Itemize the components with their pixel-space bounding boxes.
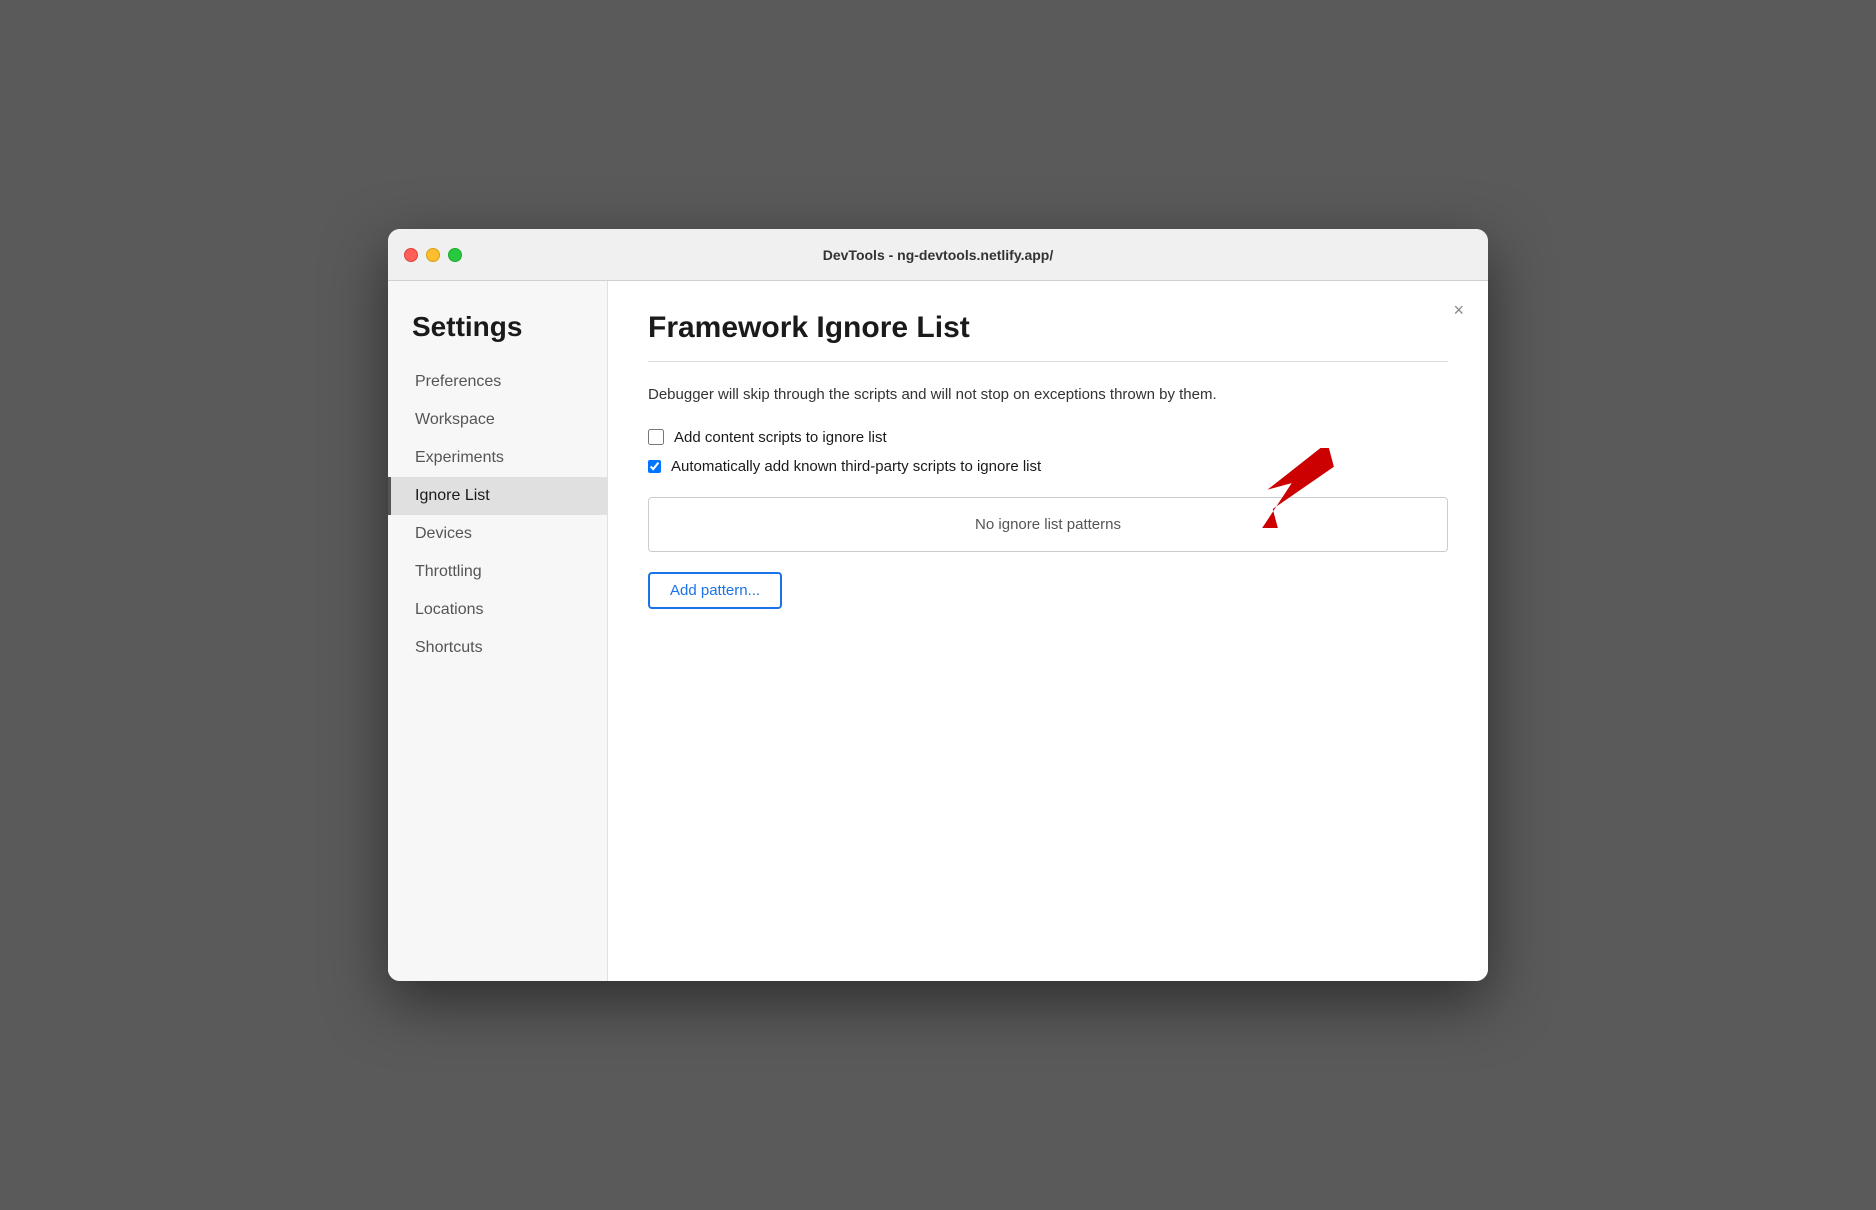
checkbox-row-content-scripts: Add content scripts to ignore list (648, 429, 1448, 446)
sidebar-item-workspace[interactable]: Workspace (388, 401, 607, 439)
main-panel: × Framework Ignore List Debugger will sk… (608, 281, 1488, 981)
add-content-scripts-checkbox[interactable] (648, 429, 664, 445)
maximize-window-button[interactable] (448, 248, 462, 262)
page-title: Framework Ignore List (648, 311, 1448, 345)
add-content-scripts-label[interactable]: Add content scripts to ignore list (674, 429, 887, 446)
sidebar-item-experiments[interactable]: Experiments (388, 439, 607, 477)
close-window-button[interactable] (404, 248, 418, 262)
sidebar-heading: Settings (388, 301, 607, 363)
patterns-placeholder-text: No ignore list patterns (975, 516, 1121, 533)
sidebar-item-ignore-list[interactable]: Ignore List (388, 477, 607, 515)
sidebar: Settings Preferences Workspace Experimen… (388, 281, 608, 981)
auto-add-third-party-label[interactable]: Automatically add known third-party scri… (671, 458, 1041, 475)
app-window: DevTools - ng-devtools.netlify.app/ Sett… (388, 229, 1488, 981)
section-description: Debugger will skip through the scripts a… (648, 384, 1448, 407)
add-pattern-button[interactable]: Add pattern... (648, 572, 782, 609)
window-content: Settings Preferences Workspace Experimen… (388, 281, 1488, 981)
sidebar-item-devices[interactable]: Devices (388, 515, 607, 553)
annotation-arrow (1238, 448, 1348, 533)
sidebar-item-throttling[interactable]: Throttling (388, 553, 607, 591)
titlebar: DevTools - ng-devtools.netlify.app/ (388, 229, 1488, 281)
sidebar-item-preferences[interactable]: Preferences (388, 363, 607, 401)
section-divider (648, 361, 1448, 362)
window-title: DevTools - ng-devtools.netlify.app/ (823, 247, 1054, 263)
traffic-lights (404, 248, 462, 262)
minimize-window-button[interactable] (426, 248, 440, 262)
checkbox-row-third-party: Automatically add known third-party scri… (648, 458, 1448, 475)
auto-add-third-party-checkbox[interactable] (648, 460, 661, 473)
sidebar-item-locations[interactable]: Locations (388, 591, 607, 629)
close-panel-button[interactable]: × (1453, 301, 1464, 319)
sidebar-item-shortcuts[interactable]: Shortcuts (388, 629, 607, 667)
